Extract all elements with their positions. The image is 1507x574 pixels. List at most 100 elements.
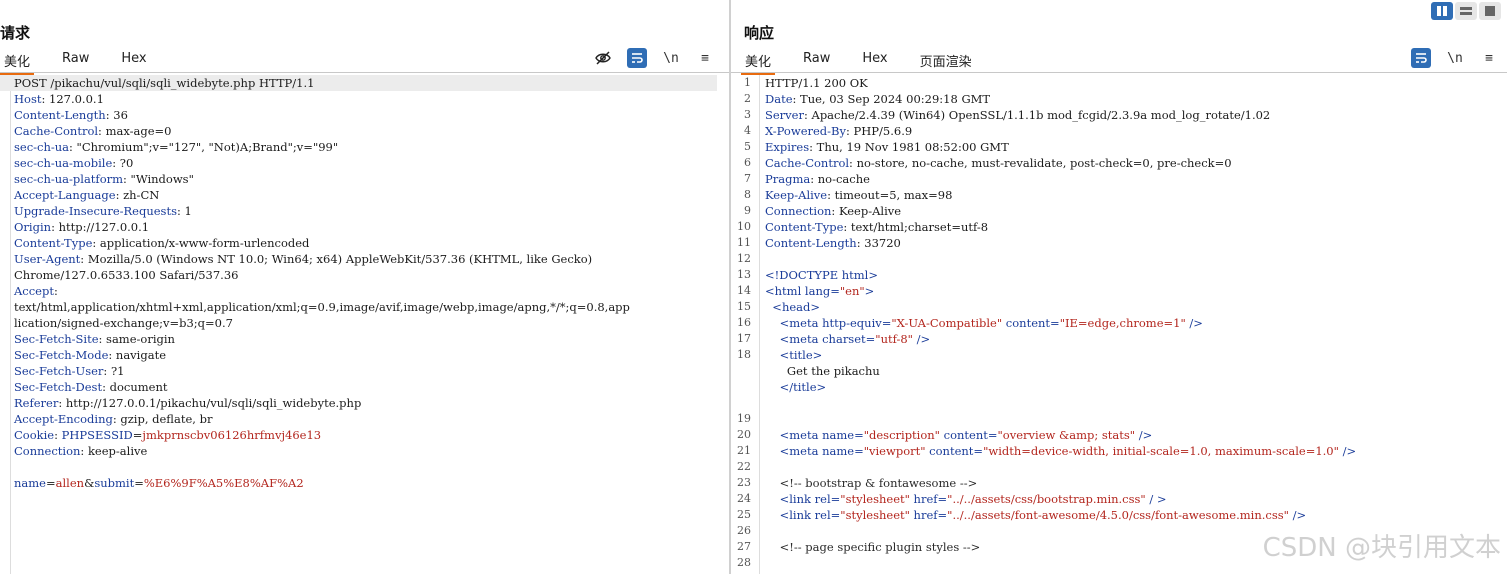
request-line: text/html,application/xhtml+xml,applicat… [0, 299, 729, 315]
single-view-icon[interactable] [1479, 2, 1501, 20]
wrap-lines-icon[interactable] [627, 48, 647, 68]
response-tab-raw[interactable]: Raw [799, 48, 834, 72]
request-line: sec-ch-ua-mobile: ?0 [0, 155, 729, 171]
code-token: "description" [863, 428, 940, 442]
code-token: content= [1002, 316, 1060, 330]
request-line: sec-ch-ua: "Chromium";v="127", "Not)A;Br… [0, 139, 729, 155]
code-token: "stylesheet" [840, 508, 910, 522]
response-line: 8 Keep-Alive: timeout=5, max=98 [731, 187, 1507, 203]
code-token: content= [925, 444, 984, 458]
request-editor[interactable]: POST /pikachu/vul/sqli/sqli_widebyte.php… [0, 75, 729, 574]
code-token: sec-ch-ua-platform [14, 172, 124, 186]
response-line: 25 <link rel="stylesheet" href="../../as… [731, 507, 1507, 523]
code-token: Expires [765, 140, 810, 154]
response-line: 6 Cache-Control: no-store, no-cache, must… [731, 155, 1507, 171]
code-token: content= [939, 428, 998, 442]
code-token: "../../assets/css/bootstrap.min.css" [947, 492, 1146, 506]
code-token: : 127.0.0.1 [41, 92, 104, 106]
code-token: = [134, 476, 144, 490]
line-number: 19 [737, 412, 751, 425]
code-token: : Apache/2.4.39 (Win64) OpenSSL/1.1.1b m… [803, 108, 1271, 122]
code-token: : no-cache [810, 172, 870, 186]
code-token: Keep-Alive [765, 188, 828, 202]
code-token: Cache-Control [765, 156, 850, 170]
line-number: 4 [744, 124, 751, 137]
code-token: <html [765, 284, 805, 298]
code-token: / > [1145, 492, 1167, 506]
request-line: Accept-Language: zh-CN [0, 187, 729, 203]
watermark: CSDN @块引用文本 [1262, 533, 1501, 563]
code-token: sec-ch-ua-mobile [14, 156, 113, 170]
response-line: 9 Connection: Keep-Alive [731, 203, 1507, 219]
code-token: : Tue, 03 Sep 2024 00:29:18 GMT [792, 92, 991, 106]
response-line: 14 <html lang="en"> [731, 283, 1507, 299]
code-token: submit [94, 476, 135, 490]
line-number: 14 [737, 284, 751, 297]
code-token: Cache-Control [14, 124, 99, 138]
newline-toggle[interactable]: \n [1445, 48, 1465, 68]
response-tab-render[interactable]: 页面渲染 [916, 48, 976, 72]
code-token: PHPSESSID [61, 428, 133, 442]
code-token: : Keep-Alive [831, 204, 902, 218]
code-token: Referer [14, 396, 59, 410]
code-token: : [54, 428, 62, 442]
line-number: 6 [744, 156, 751, 169]
code-token: : 36 [105, 108, 128, 122]
request-line: Upgrade-Insecure-Requests: 1 [0, 203, 729, 219]
code-token: <head> [765, 300, 821, 314]
request-tab-raw[interactable]: Raw [58, 48, 93, 72]
code-token: lang= [804, 284, 840, 298]
code-token: : 1 [176, 204, 192, 218]
request-line: lication/signed-exchange;v=b3;q=0.7 [0, 315, 729, 331]
code-token: : http://127.0.0.1 [51, 220, 150, 234]
response-line: </title> [731, 379, 1507, 395]
newline-toggle[interactable]: \n [661, 48, 681, 68]
request-line: name=allen&submit=%E6%9F%A5%E8%AF%A2 [0, 475, 729, 491]
request-line: Content-Type: application/x-www-form-url… [0, 235, 729, 251]
code-token: User-Agent [14, 252, 81, 266]
response-line: 12 [731, 251, 1507, 267]
request-line: Content-Length: 36 [0, 107, 729, 123]
code-token: <meta [765, 444, 823, 458]
menu-icon[interactable]: ≡ [695, 48, 715, 68]
code-token: /> [912, 332, 931, 346]
request-tab-hex[interactable]: Hex [117, 48, 150, 72]
line-number: 25 [737, 508, 751, 521]
line-number: 9 [744, 204, 751, 217]
split-rows-icon[interactable] [1455, 2, 1477, 20]
line-number: 26 [737, 524, 751, 537]
line-number: 15 [737, 300, 751, 313]
code-token: <meta [765, 316, 823, 330]
response-tab-hex[interactable]: Hex [858, 48, 891, 72]
code-token: Accept-Encoding [14, 412, 113, 426]
wrap-lines-icon[interactable] [1411, 48, 1431, 68]
code-token: POST /pikachu/vul/sqli/sqli_widebyte.php… [14, 76, 315, 90]
request-line: Sec-Fetch-Site: same-origin [0, 331, 729, 347]
code-token: : Thu, 19 Nov 1981 08:52:00 GMT [809, 140, 1009, 154]
code-token: : ?0 [112, 156, 134, 170]
request-line: sec-ch-ua-platform: "Windows" [0, 171, 729, 187]
code-token: Cookie [14, 428, 55, 442]
split-columns-icon[interactable] [1431, 2, 1453, 20]
response-editor[interactable]: 1 HTTP/1.1 200 OK 2 Date: Tue, 03 Sep 2024 … [731, 75, 1507, 574]
line-number: 16 [737, 316, 751, 329]
request-line: Accept: [0, 283, 729, 299]
menu-icon[interactable]: ≡ [1479, 48, 1499, 68]
eye-off-icon[interactable] [593, 48, 613, 68]
request-tab-pretty[interactable]: 美化 [0, 48, 35, 75]
code-token: /> [1338, 444, 1357, 458]
code-token: charset= [822, 332, 876, 346]
response-line: 1 HTTP/1.1 200 OK [731, 75, 1507, 91]
code-token: : PHP/5.6.9 [846, 124, 913, 138]
code-token: /> [1288, 508, 1307, 522]
request-title: 请求 [0, 24, 31, 42]
response-title: 响应 [744, 24, 775, 42]
response-line: 15 <head> [731, 299, 1507, 315]
response-line: 13 <!DOCTYPE html> [731, 267, 1507, 283]
request-line: User-Agent: Mozilla/5.0 (Windows NT 10.0… [0, 251, 729, 267]
response-line: 10 Content-Type: text/html;charset=utf-8 [731, 219, 1507, 235]
request-line: Connection: keep-alive [0, 443, 729, 459]
line-number: 5 [744, 140, 751, 153]
response-tab-pretty[interactable]: 美化 [741, 48, 776, 75]
response-line: 5 Expires: Thu, 19 Nov 1981 08:52:00 GMT [731, 139, 1507, 155]
